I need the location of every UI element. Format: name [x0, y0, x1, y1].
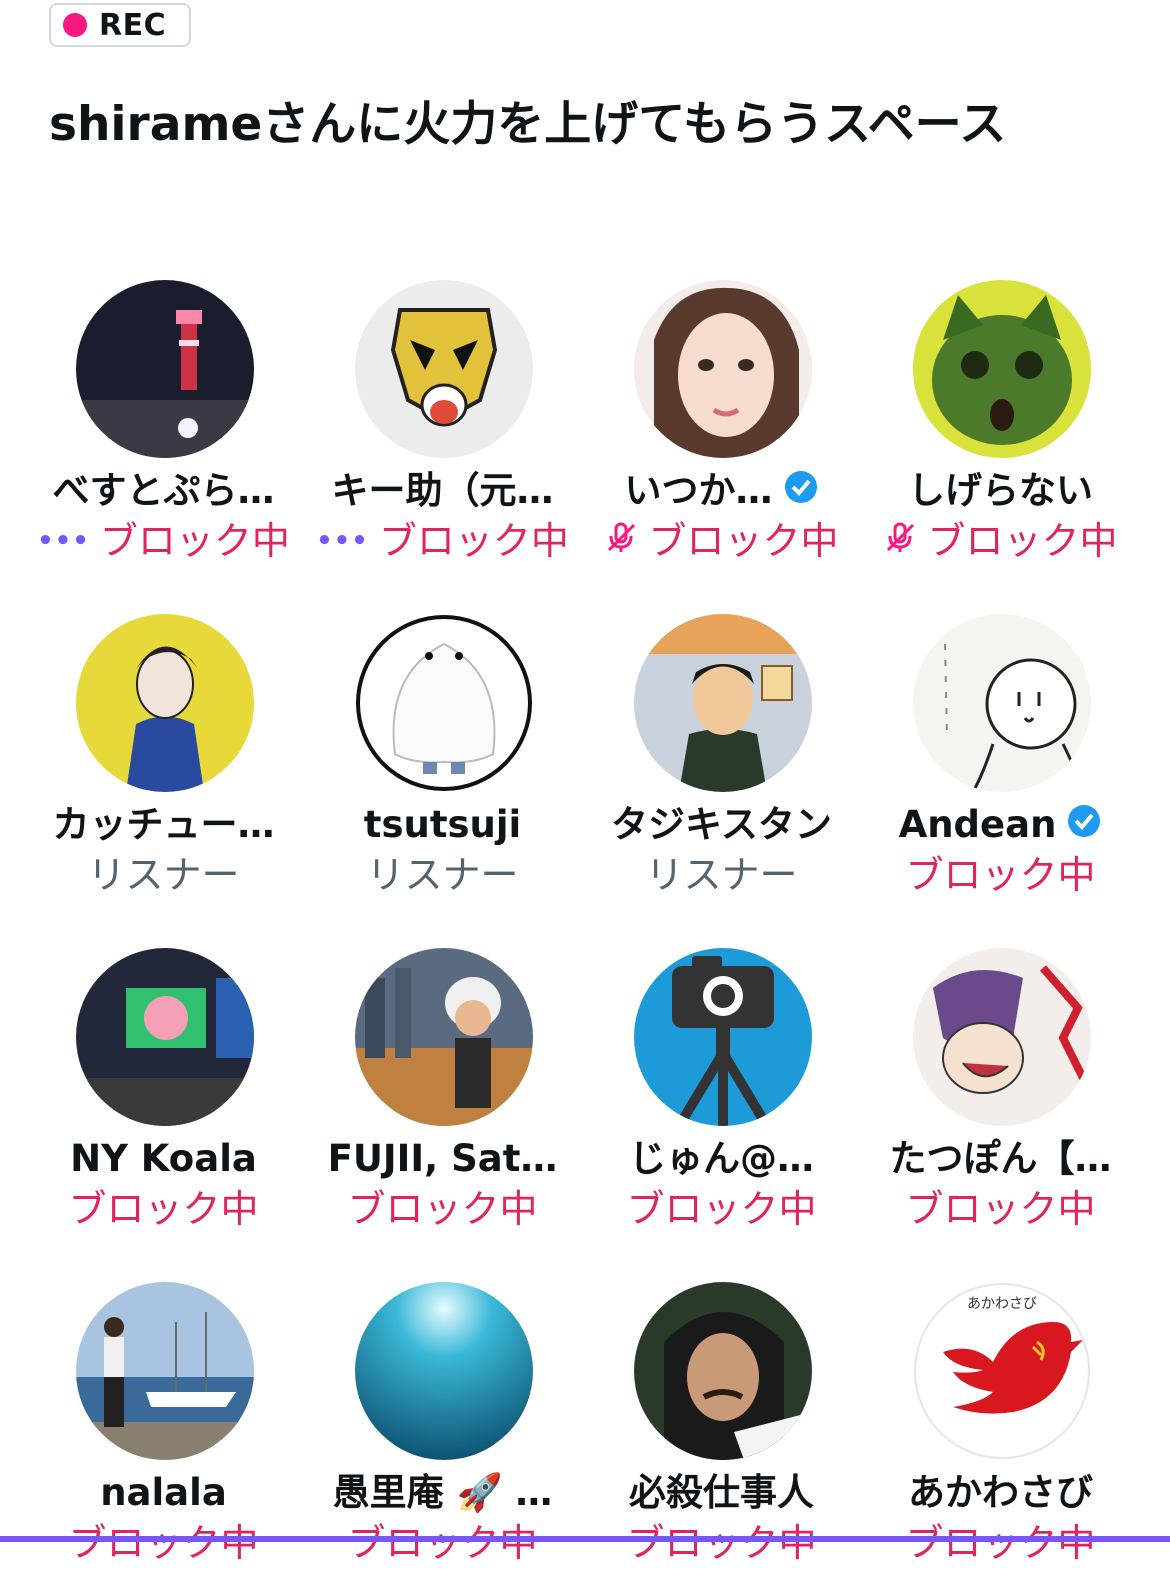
- participant-role: ブロック中: [905, 853, 1096, 897]
- participant-card[interactable]: たつぽん【… ブロック中: [861, 948, 1140, 1238]
- participant-name: カッチュー…: [52, 803, 275, 846]
- participant-name: 愚里庵 🚀 …: [332, 1471, 553, 1514]
- rec-label: REC: [99, 7, 167, 43]
- participant-role: ブロック中: [68, 1521, 259, 1565]
- participant-card[interactable]: tsutsuji リスナー: [303, 614, 582, 904]
- participant-card[interactable]: nalala ブロック中: [24, 1282, 303, 1572]
- avatar-caption: あかわさび: [967, 1296, 1037, 1312]
- participant-card[interactable]: いつか… ブロック中: [582, 280, 861, 570]
- participant-role: ブロック中: [347, 1187, 538, 1231]
- avatar[interactable]: [76, 948, 254, 1126]
- participant-card[interactable]: じゅん@… ブロック中: [582, 948, 861, 1238]
- participant-name: tsutsuji: [363, 803, 522, 846]
- participant-role: ブロック中: [905, 1187, 1096, 1231]
- avatar[interactable]: [355, 614, 533, 792]
- avatar[interactable]: [355, 948, 533, 1126]
- participant-card[interactable]: Andean ブロック中: [861, 614, 1140, 904]
- participant-role: ブロック中: [861, 518, 1140, 564]
- avatar[interactable]: [634, 948, 812, 1126]
- participant-card[interactable]: カッチュー… リスナー: [24, 614, 303, 904]
- participant-card[interactable]: 必殺仕事人 ブロック中: [582, 1282, 861, 1572]
- speaking-dots-icon: •••: [37, 526, 90, 556]
- avatar[interactable]: [355, 280, 533, 458]
- verified-badge-icon: [1066, 803, 1102, 850]
- participant-name: FUJII, Sat…: [327, 1137, 558, 1180]
- participant-card[interactable]: 愚里庵 🚀 … ブロック中: [303, 1282, 582, 1572]
- avatar[interactable]: [913, 280, 1091, 458]
- participant-role: ブロック中: [905, 1521, 1096, 1565]
- participant-card[interactable]: キー助（元… ••• ブロック中: [303, 280, 582, 570]
- participant-name: NY Koala: [70, 1137, 257, 1180]
- avatar[interactable]: [76, 280, 254, 458]
- participant-name: いつか…: [582, 468, 861, 516]
- avatar[interactable]: [634, 1282, 812, 1460]
- participant-name: しげらない: [908, 469, 1093, 512]
- participant-role: ブロック中: [582, 518, 861, 564]
- participant-name: タジキスタン: [611, 803, 832, 846]
- avatar[interactable]: [76, 1282, 254, 1460]
- participant-name: 必殺仕事人: [629, 1471, 814, 1514]
- participant-role: ブロック中: [626, 1521, 817, 1565]
- mic-off-icon: [604, 518, 638, 564]
- avatar[interactable]: [634, 280, 812, 458]
- participant-card[interactable]: あかわさび あかわさび ブロック中: [861, 1282, 1140, 1572]
- bottom-accent-bar: [0, 1536, 1170, 1542]
- rec-badge: REC: [49, 3, 191, 47]
- verified-badge-icon: [783, 469, 819, 516]
- participant-card[interactable]: NY Koala ブロック中: [24, 948, 303, 1238]
- participant-card[interactable]: べすとぷら… ••• ブロック中: [24, 280, 303, 570]
- participant-role: ••• ブロック中: [37, 519, 290, 563]
- space-title: shirameさんに火力を上げてもらうスペース: [49, 97, 1007, 152]
- participant-name: あかわさび: [908, 1471, 1093, 1514]
- participant-role: ブロック中: [347, 1521, 538, 1565]
- participant-card[interactable]: タジキスタン リスナー: [582, 614, 861, 904]
- participant-name: べすとぷら…: [52, 469, 275, 512]
- participant-role: リスナー: [87, 853, 240, 897]
- participant-role: ブロック中: [626, 1187, 817, 1231]
- participant-name: nalala: [100, 1471, 227, 1514]
- participant-name: じゅん@…: [629, 1137, 814, 1180]
- participant-role: ••• ブロック中: [316, 519, 569, 563]
- participant-name: キー助（元…: [331, 469, 554, 512]
- avatar[interactable]: [913, 948, 1091, 1126]
- participant-role: リスナー: [366, 853, 519, 897]
- participant-role: ブロック中: [68, 1187, 259, 1231]
- avatar[interactable]: [76, 614, 254, 792]
- speaking-dots-icon: •••: [316, 526, 369, 556]
- participant-name: Andean: [861, 802, 1140, 850]
- participant-name: たつぽん【…: [889, 1137, 1112, 1180]
- avatar[interactable]: あかわさび: [913, 1282, 1091, 1460]
- mic-off-icon: [883, 518, 917, 564]
- avatar[interactable]: [355, 1282, 533, 1460]
- participant-card[interactable]: しげらない ブロック中: [861, 280, 1140, 570]
- participant-role: リスナー: [645, 853, 798, 897]
- avatar[interactable]: [634, 614, 812, 792]
- participant-card[interactable]: FUJII, Sat… ブロック中: [303, 948, 582, 1238]
- recording-dot-icon: [63, 13, 87, 37]
- avatar[interactable]: [913, 614, 1091, 792]
